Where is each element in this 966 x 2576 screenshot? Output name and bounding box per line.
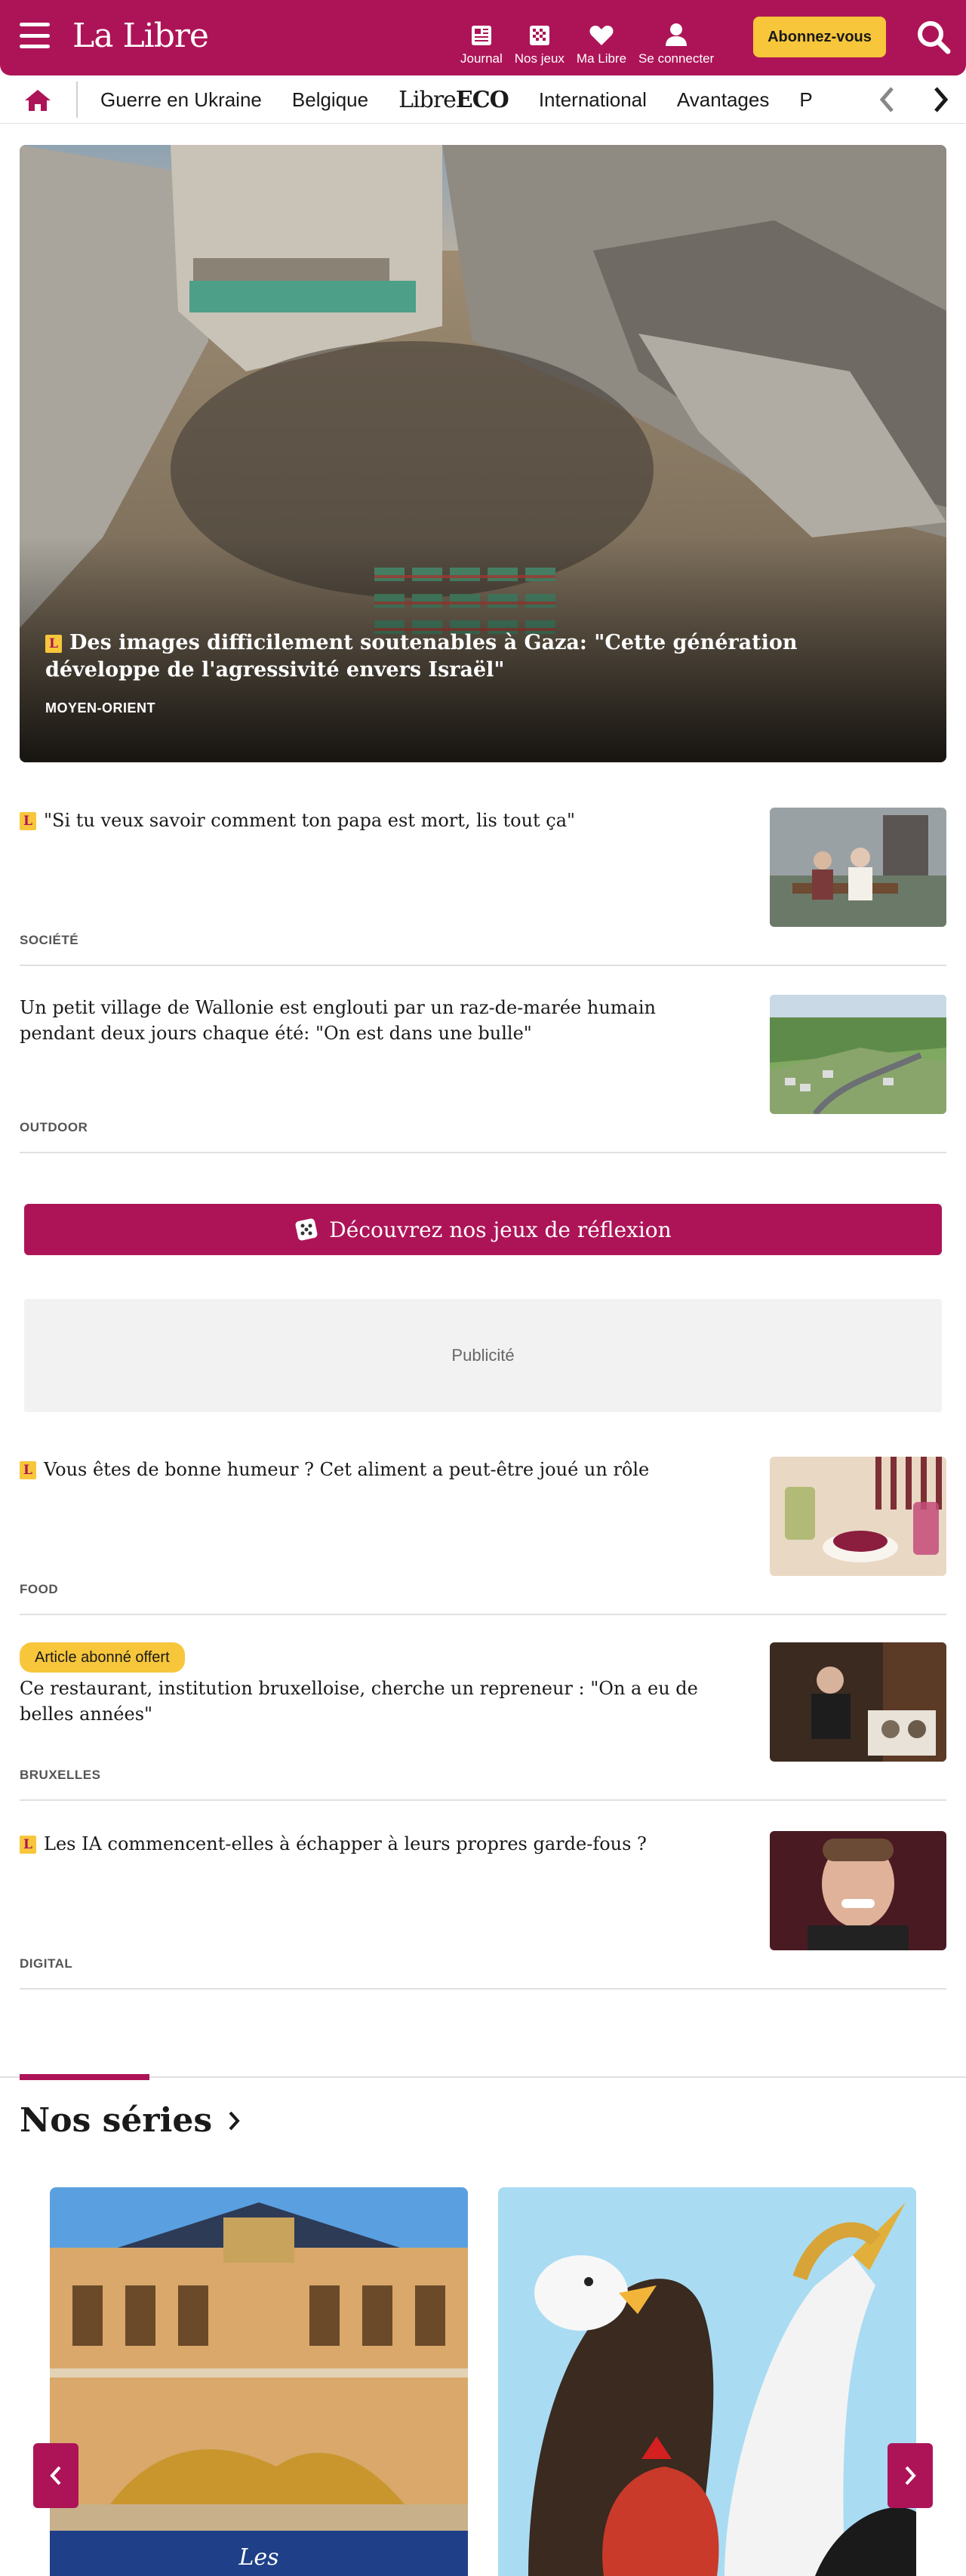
article-category[interactable]: FOOD xyxy=(20,1582,58,1597)
premium-badge: L xyxy=(20,1836,36,1854)
article-title[interactable]: Un petit village de Wallonie est englout… xyxy=(20,995,737,1046)
search-icon[interactable] xyxy=(916,20,951,54)
series-heading[interactable]: Nos séries xyxy=(20,2101,241,2140)
journal-label: Journal xyxy=(460,51,503,66)
ma-libre-label: Ma Libre xyxy=(576,51,627,66)
games-label: Nos jeux xyxy=(514,51,565,66)
user-icon xyxy=(666,23,688,46)
article-row[interactable]: Un petit village de Wallonie est englout… xyxy=(20,995,946,1153)
carousel-prev-button[interactable] xyxy=(33,2443,78,2508)
journal-link[interactable]: Journal xyxy=(457,11,506,66)
article-title[interactable]: L "Si tu veux savoir comment ton papa est… xyxy=(20,808,737,833)
nav-item-avantages[interactable]: Avantages xyxy=(677,88,769,112)
series-accent-bar xyxy=(20,2074,149,2080)
article-title[interactable]: Article abonné offert Ce restaurant, ins… xyxy=(20,1642,737,1727)
nav-item-libre-eco[interactable]: LibreECO xyxy=(398,87,509,113)
article-title[interactable]: L Les IA commencent-elles à échapper à le… xyxy=(20,1831,737,1857)
games-banner-label: Découvrez nos jeux de réflexion xyxy=(329,1217,672,1242)
nav-prev-button[interactable] xyxy=(872,85,903,115)
newspaper-icon xyxy=(471,26,491,45)
offer-badge: Article abonné offert xyxy=(20,1642,185,1673)
article-title-text: "Si tu veux savoir comment ton papa est … xyxy=(44,810,576,831)
premium-badge: L xyxy=(45,635,62,653)
ma-libre-link[interactable]: Ma Libre xyxy=(574,11,629,66)
heart-icon xyxy=(589,26,614,45)
article-title-text: Les IA commencent-elles à échapper à leu… xyxy=(44,1833,647,1854)
article-title-text: Ce restaurant, institution bruxelloise, … xyxy=(20,1678,698,1725)
home-icon[interactable] xyxy=(23,88,53,113)
series-card[interactable] xyxy=(498,2187,916,2576)
chevron-left-icon xyxy=(879,87,894,112)
article-row[interactable]: Article abonné offert Ce restaurant, ins… xyxy=(20,1642,946,1801)
article-row[interactable]: L "Si tu veux savoir comment ton papa est… xyxy=(20,808,946,966)
games-link[interactable]: Nos jeux xyxy=(512,11,568,66)
premium-badge: L xyxy=(20,812,36,830)
nav-items: Guerre en Ukraine Belgique LibreECO Inte… xyxy=(100,75,861,124)
article-row[interactable]: L Vous êtes de bonne humeur ? Cet aliment… xyxy=(20,1457,946,1615)
top-header: La Libre Journal Nos jeux Ma Libre Se co… xyxy=(0,0,966,75)
premium-badge: L xyxy=(20,1461,36,1479)
article-thumbnail xyxy=(770,808,946,927)
hero-title[interactable]: L Des images difficilement soutenables à … xyxy=(45,629,913,684)
subscribe-button[interactable]: Abonnez-vous xyxy=(753,17,886,57)
nav-item-more[interactable]: P xyxy=(799,88,812,112)
login-label: Se connecter xyxy=(638,51,715,66)
article-title[interactable]: L Vous êtes de bonne humeur ? Cet aliment… xyxy=(20,1457,737,1482)
article-title-text: Vous êtes de bonne humeur ? Cet aliment … xyxy=(44,1459,650,1480)
login-link[interactable]: Se connecter xyxy=(635,11,717,66)
article-thumbnail xyxy=(770,1642,946,1762)
nav-item-belgique[interactable]: Belgique xyxy=(292,88,368,112)
nav-item-international[interactable]: International xyxy=(539,88,647,112)
games-grid-icon xyxy=(529,26,549,45)
advertisement: Publicité xyxy=(24,1299,942,1412)
article-category[interactable]: SOCIÉTÉ xyxy=(20,933,78,948)
article-category[interactable]: OUTDOOR xyxy=(20,1120,88,1135)
nav-divider xyxy=(76,82,78,118)
article-thumbnail xyxy=(770,995,946,1114)
article-category[interactable]: BRUXELLES xyxy=(20,1768,100,1783)
chevron-right-icon xyxy=(905,2466,916,2485)
chevron-left-icon xyxy=(50,2466,61,2485)
games-banner-button[interactable]: Découvrez nos jeux de réflexion xyxy=(24,1204,942,1255)
nav-next-button[interactable] xyxy=(925,85,955,115)
header-links: Journal Nos jeux Ma Libre Se connecter xyxy=(457,11,717,66)
dice-icon xyxy=(295,1218,318,1241)
nav-item-ukraine[interactable]: Guerre en Ukraine xyxy=(100,88,262,112)
hero-category[interactable]: MOYEN-ORIENT xyxy=(45,700,155,716)
chevron-right-icon xyxy=(934,87,949,112)
article-thumbnail xyxy=(770,1457,946,1576)
series-card-caption: Les xyxy=(238,2544,278,2571)
series-card[interactable]: Les xyxy=(50,2187,468,2576)
eco-light-label: Libre xyxy=(398,86,457,113)
series-title-text: Nos séries xyxy=(20,2101,213,2140)
chevron-right-icon xyxy=(229,2111,240,2130)
hero-title-text: Des images difficilement soutenables à G… xyxy=(45,631,798,682)
menu-icon[interactable] xyxy=(20,23,50,48)
site-logo[interactable]: La Libre xyxy=(72,12,209,60)
article-thumbnail xyxy=(770,1831,946,1950)
eco-bold-label: ECO xyxy=(455,86,509,113)
article-category[interactable]: DIGITAL xyxy=(20,1956,72,1971)
section-nav: Guerre en Ukraine Belgique LibreECO Inte… xyxy=(0,75,966,124)
hero-article[interactable]: L Des images difficilement soutenables à … xyxy=(20,145,946,762)
article-row[interactable]: L Les IA commencent-elles à échapper à le… xyxy=(20,1831,946,1990)
carousel-next-button[interactable] xyxy=(888,2443,933,2508)
